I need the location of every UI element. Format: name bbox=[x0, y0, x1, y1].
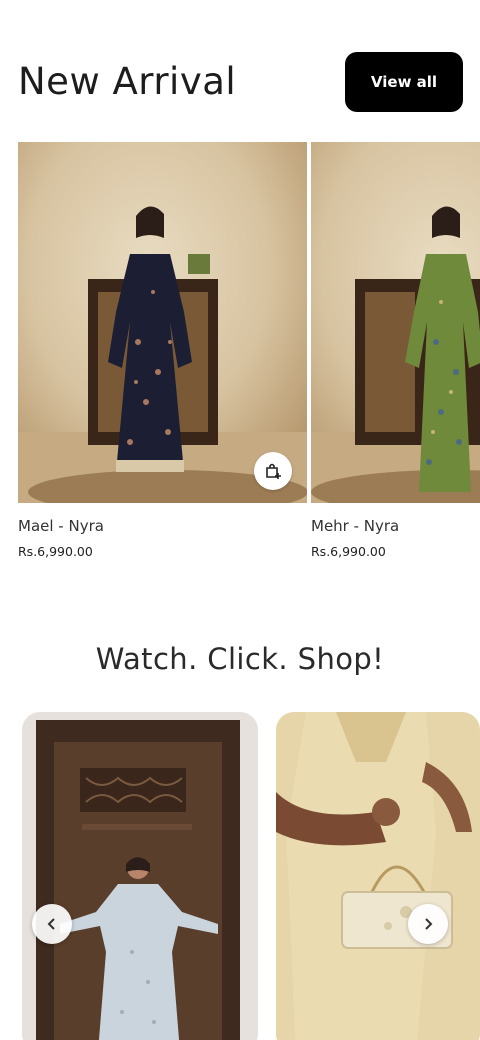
shopping-bag-plus-icon bbox=[266, 463, 281, 479]
chevron-left-icon bbox=[47, 918, 55, 930]
product-price: Rs.6,990.00 bbox=[311, 544, 386, 559]
product-card[interactable]: Mael - Nyra Rs.6,990.00 bbox=[18, 142, 307, 559]
product-card[interactable]: Mehr - Nyra Rs.6,990.00 bbox=[311, 142, 480, 559]
video-carousel[interactable] bbox=[22, 712, 480, 1040]
section-title-watch-click-shop: Watch. Click. Shop! bbox=[95, 642, 385, 676]
chevron-right-icon bbox=[425, 918, 433, 930]
product-price: Rs.6,990.00 bbox=[18, 544, 93, 559]
carousel-next-button[interactable] bbox=[408, 904, 448, 944]
section-title-new-arrival: New Arrival bbox=[18, 60, 237, 103]
product-image[interactable] bbox=[311, 142, 480, 503]
carousel-prev-button[interactable] bbox=[32, 904, 72, 944]
product-image[interactable] bbox=[18, 142, 307, 503]
video-card[interactable] bbox=[22, 712, 258, 1040]
product-carousel[interactable]: Mael - Nyra Rs.6,990.00 Mehr - Nyra Rs.6… bbox=[18, 142, 480, 572]
view-all-button[interactable]: View all bbox=[345, 52, 463, 112]
video-card[interactable] bbox=[276, 712, 480, 1040]
product-name[interactable]: Mael - Nyra bbox=[18, 517, 104, 535]
add-to-bag-button[interactable] bbox=[254, 452, 292, 490]
product-name[interactable]: Mehr - Nyra bbox=[311, 517, 399, 535]
